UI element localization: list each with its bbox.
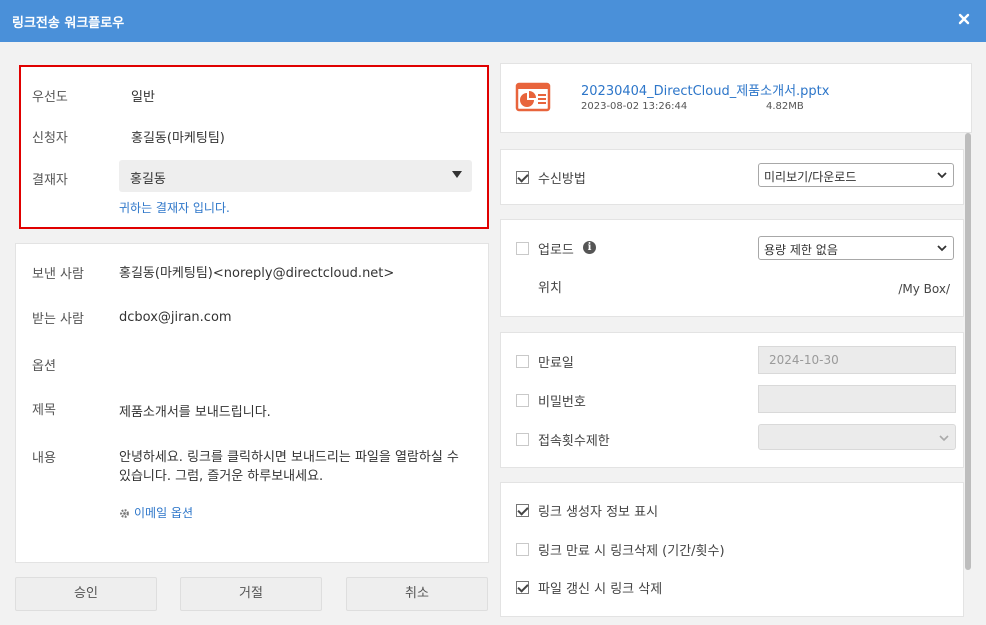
- location-label: 위치: [538, 281, 562, 296]
- delete-on-update-label: 파일 갱신 시 링크 삭제: [538, 582, 663, 597]
- sender-value: 홍길동(마케팅팀)<noreply@directcloud.net>: [119, 266, 395, 281]
- recipient-label: 받는 사람: [32, 312, 84, 327]
- chevron-down-icon: [937, 172, 947, 179]
- show-creator-checkbox[interactable]: [516, 504, 529, 517]
- upload-limit-value: 용량 제한 없음: [764, 243, 838, 257]
- delete-on-expire-label: 링크 만료 시 링크삭제 (기간/횟수): [538, 544, 725, 559]
- password-label: 비밀번호: [538, 395, 586, 410]
- expiry-date-value: 2024-10-30: [769, 353, 839, 367]
- window-title: 링크전송 워크플로우: [12, 16, 125, 31]
- pptx-file-icon: [515, 82, 551, 116]
- info-icon[interactable]: i: [583, 241, 596, 254]
- password-field[interactable]: [758, 385, 956, 413]
- upload-checkbox[interactable]: [516, 242, 529, 255]
- receive-method-value: 미리보기/다운로드: [764, 170, 857, 184]
- file-date: 2023-08-02 13:26:44: [581, 101, 688, 112]
- scrollbar[interactable]: [965, 133, 971, 570]
- subject-value: 제품소개서를 보내드립니다.: [119, 405, 271, 420]
- approver-label: 결재자: [32, 173, 68, 188]
- show-creator-label: 링크 생성자 정보 표시: [538, 505, 659, 520]
- priority-label: 우선도: [32, 90, 68, 105]
- password-checkbox[interactable]: [516, 394, 529, 407]
- expiry-date-field[interactable]: 2024-10-30: [758, 346, 956, 374]
- body-value: 안녕하세요. 링크를 클릭하시면 보내드리는 파일을 열람하실 수 있습니다. …: [119, 450, 459, 484]
- receive-method-select[interactable]: 미리보기/다운로드: [758, 163, 954, 187]
- receive-method-checkbox[interactable]: [516, 171, 529, 184]
- priority-value: 일반: [131, 90, 155, 105]
- email-options-link[interactable]: 이메일 옵션: [119, 504, 193, 521]
- cancel-button[interactable]: 취소: [346, 577, 488, 611]
- upload-label: 업로드: [538, 243, 574, 258]
- options-label: 옵션: [32, 359, 56, 374]
- approve-button[interactable]: 승인: [15, 577, 157, 611]
- applicant-label: 신청자: [32, 131, 68, 146]
- caret-down-icon: [452, 171, 462, 178]
- file-name-link[interactable]: 20230404_DirectCloud_제품소개서.pptx: [581, 80, 829, 99]
- approver-hint: 귀하는 결재자 입니다.: [119, 201, 230, 215]
- recipient-value: dcbox@jiran.com: [119, 310, 232, 325]
- receive-method-label: 수신방법: [538, 172, 586, 187]
- access-limit-label: 접속횟수제한: [538, 434, 610, 449]
- access-limit-checkbox[interactable]: [516, 433, 529, 446]
- delete-on-update-checkbox[interactable]: [516, 581, 529, 594]
- chevron-down-icon: [937, 245, 947, 252]
- approver-select[interactable]: 홍길동: [119, 160, 472, 192]
- message-panel: 보낸 사람 홍길동(마케팅팀)<noreply@directcloud.net>…: [15, 243, 489, 563]
- title-bar: 링크전송 워크플로우: [0, 0, 986, 42]
- gear-icon: [120, 509, 129, 518]
- sender-label: 보낸 사람: [32, 267, 84, 282]
- subject-label: 제목: [32, 403, 56, 418]
- expiry-label: 만료일: [538, 356, 574, 371]
- chevron-down-icon: [939, 435, 949, 442]
- upload-panel: [500, 219, 964, 317]
- expiry-checkbox[interactable]: [516, 355, 529, 368]
- location-value: /My Box/: [898, 282, 950, 296]
- delete-on-expire-checkbox[interactable]: [516, 543, 529, 556]
- upload-limit-select[interactable]: 용량 제한 없음: [758, 236, 954, 260]
- access-limit-select[interactable]: [758, 424, 956, 450]
- close-icon[interactable]: [954, 9, 974, 29]
- file-size: 4.82MB: [766, 101, 804, 112]
- reject-button[interactable]: 거절: [180, 577, 322, 611]
- approval-info-box: 우선도 일반 신청자 홍길동(마케팅팀) 결재자 홍길동 귀하는 결재자 입니다…: [19, 65, 489, 229]
- file-card: 20230404_DirectCloud_제품소개서.pptx 2023-08-…: [500, 63, 972, 133]
- body-label: 내용: [32, 451, 56, 466]
- approver-value: 홍길동: [130, 172, 166, 187]
- email-options-label: 이메일 옵션: [134, 506, 194, 520]
- applicant-value: 홍길동(마케팅팀): [131, 131, 225, 146]
